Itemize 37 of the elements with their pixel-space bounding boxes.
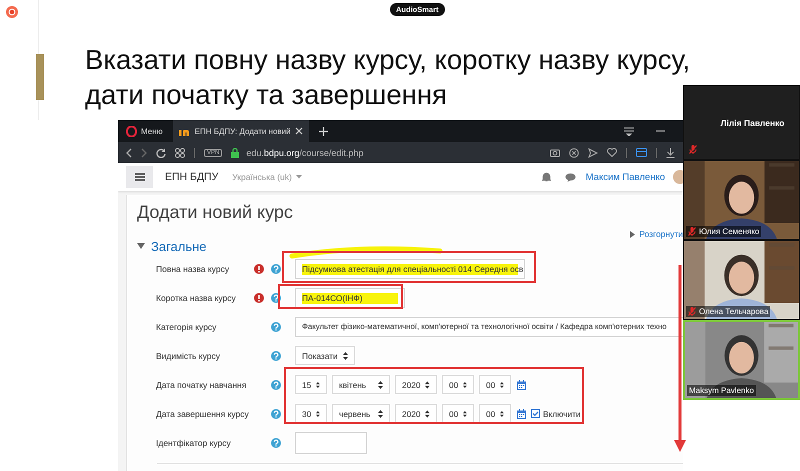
field-label: Категорія курсу <box>156 322 218 332</box>
participant-name: Юлия Семеняко <box>686 226 762 237</box>
field-label: Дата початку навчання <box>156 380 248 390</box>
participant-tile[interactable]: Maksym Pavlenko <box>683 320 800 400</box>
participant-name: Олена Тельчарова <box>686 306 770 317</box>
text-field[interactable]: ПА-014СО(ІНФ) <box>295 288 405 308</box>
user-name-link[interactable]: Максим Павленко <box>586 172 665 182</box>
tab-title: ЕПН БДПУ: Додати новий <box>194 126 291 136</box>
participant-tile[interactable]: Олена Тельчарова <box>683 240 800 320</box>
date-select[interactable]: 00 <box>479 375 511 394</box>
date-select[interactable]: 00 <box>442 404 474 423</box>
date-select[interactable]: 2020 <box>395 404 437 423</box>
date-select[interactable]: червень <box>332 404 390 423</box>
date-select[interactable]: квітень <box>332 375 390 394</box>
field-label: Дата завершення курсу <box>156 408 250 418</box>
date-select[interactable]: 00 <box>442 375 474 394</box>
section-header[interactable]: Загальне <box>137 238 207 254</box>
browser-tab[interactable]: ЕПН БДПУ: Додати новий <box>172 120 309 142</box>
site-name[interactable]: ЕПН БДПУ <box>165 171 218 183</box>
date-select[interactable]: 00 <box>479 404 511 423</box>
field-label: Ідентфікатор курсу <box>156 438 232 448</box>
expand-all-link[interactable]: Розгорнути <box>630 228 683 240</box>
participant-tile[interactable]: Юлия Семеняко <box>683 160 800 240</box>
date-select[interactable]: 15 <box>295 375 327 394</box>
participant-name: Maksym Pavlenko <box>687 385 756 396</box>
checkbox-label[interactable]: Включити <box>543 408 581 418</box>
date-select[interactable]: 2020 <box>395 375 437 394</box>
field-label: Коротка назва курсу <box>156 292 237 302</box>
address-field[interactable]: edu.bdpu.org/course/edit.php <box>246 148 364 158</box>
browser-menu-button[interactable]: Меню <box>122 126 167 136</box>
date-select[interactable]: 30 <box>295 404 327 423</box>
visibility-select[interactable]: Показати <box>295 346 355 365</box>
page-heading: Додати новий курс <box>137 201 294 224</box>
field-label: Видимість курсу <box>156 350 221 360</box>
participant-tile[interactable]: Лілія Павленко <box>683 85 800 160</box>
field-label: Повна назва курсу <box>156 264 230 274</box>
participant-name: Лілія Павленко <box>720 118 784 128</box>
